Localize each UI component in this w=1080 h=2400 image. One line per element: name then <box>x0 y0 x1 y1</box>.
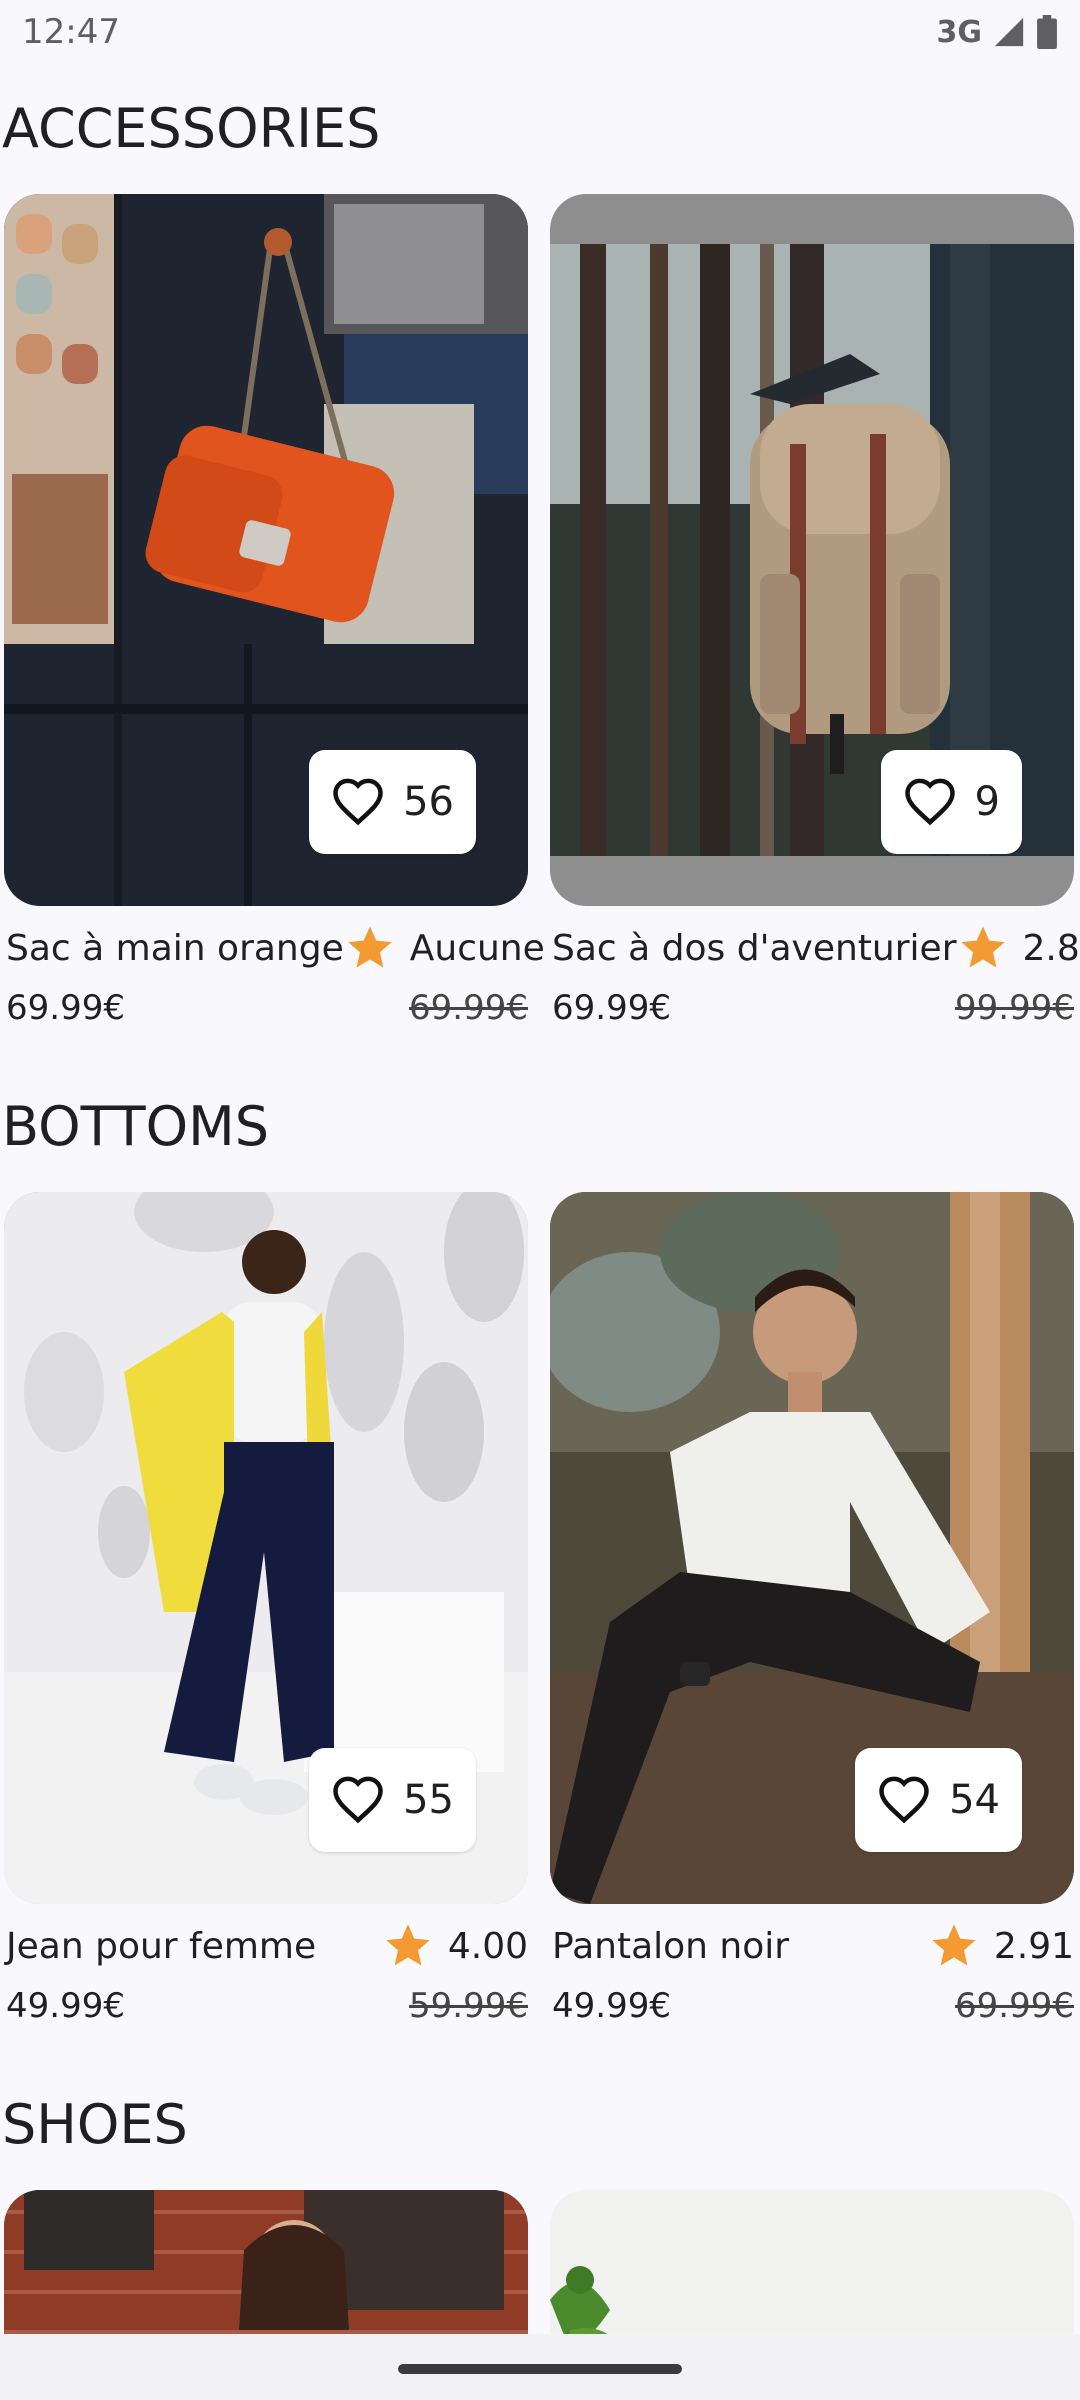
section-bottoms: BOTTOMS 55 Jean pour femme 4.00 49.99€ 5… <box>0 1062 1080 2036</box>
current-price: 49.99€ <box>552 1986 671 2026</box>
like-count: 55 <box>403 1777 454 1823</box>
section-title: ACCESSORIES <box>2 97 381 160</box>
like-button[interactable]: 54 <box>855 1748 1022 1852</box>
rating-value: Aucune <box>409 927 545 969</box>
product-feed[interactable]: ACCESSORIES 56 Sac à main orange Aucune … <box>0 64 1080 2334</box>
star-icon <box>960 926 1005 968</box>
home-indicator[interactable] <box>398 2364 682 2374</box>
like-count: 56 <box>403 779 454 825</box>
battery-icon <box>1037 15 1057 49</box>
product-name: Sac à dos d'aventurier <box>552 927 957 969</box>
product-grid: 56 Sac à main orange Aucune 69.99€ 69.99… <box>0 194 1080 1038</box>
shoes-photo-2 <box>550 2190 1074 2334</box>
product-image[interactable]: 56 <box>4 194 528 906</box>
product-name: Pantalon noir <box>552 1925 790 1967</box>
like-count: 9 <box>974 779 1000 825</box>
product-card[interactable]: 54 Pantalon noir 2.91 49.99€ 69.99€ <box>550 1192 1074 2036</box>
shoes-photo-1 <box>4 2190 528 2334</box>
product-image[interactable]: 55 <box>4 1192 528 1904</box>
product-info: Sac à dos d'aventurier 2.83 69.99€ 99.99… <box>550 906 1080 1038</box>
like-button[interactable]: 56 <box>309 750 476 854</box>
rating-value: 4.00 <box>447 1925 528 1967</box>
like-button[interactable]: 55 <box>309 1748 476 1852</box>
product-card[interactable]: 55 Jean pour femme 4.00 49.99€ 59.99€ <box>4 1192 528 2036</box>
product-name: Sac à main orange <box>6 927 344 969</box>
star-icon <box>348 926 392 968</box>
product-card[interactable]: 56 Sac à main orange Aucune 69.99€ 69.99… <box>4 194 545 1038</box>
star-icon <box>932 1924 976 1966</box>
like-count: 54 <box>949 1777 1000 1823</box>
heart-icon <box>879 1776 929 1824</box>
heart-icon <box>904 778 955 826</box>
signal-icon <box>994 17 1024 47</box>
product-info: Pantalon noir 2.91 49.99€ 69.99€ <box>550 1904 1074 2036</box>
product-grid <box>0 2190 1080 2334</box>
original-price: 99.99€ <box>955 988 1074 1028</box>
product-image[interactable]: 54 <box>550 1192 1074 1904</box>
product-image[interactable] <box>4 2190 528 2334</box>
status-time: 12:47 <box>22 12 120 52</box>
rating-value: 2.83 <box>1022 927 1080 969</box>
section-title: SHOES <box>2 2093 188 2156</box>
original-price: 59.99€ <box>409 1986 528 2026</box>
product-rating: 4.00 <box>382 1920 528 1972</box>
like-button[interactable]: 9 <box>880 750 1022 854</box>
status-bar: 12:47 3G <box>0 0 1080 64</box>
heart-icon <box>333 778 383 826</box>
product-image[interactable] <box>550 2190 1074 2334</box>
product-card[interactable] <box>550 2190 1074 2334</box>
network-type: 3G <box>936 14 983 50</box>
product-name: Jean pour femme <box>6 1925 317 1967</box>
current-price: 69.99€ <box>6 988 125 1028</box>
product-rating: Aucune <box>344 922 545 974</box>
current-price: 49.99€ <box>6 1986 125 2026</box>
section-title: BOTTOMS <box>2 1095 269 1158</box>
section-accessories: ACCESSORIES 56 Sac à main orange Aucune … <box>0 64 1080 1038</box>
product-grid: 55 Jean pour femme 4.00 49.99€ 59.99€ 54… <box>0 1192 1080 2036</box>
product-card[interactable] <box>4 2190 528 2334</box>
product-rating: 2.91 <box>928 1920 1074 1972</box>
original-price: 69.99€ <box>955 1986 1074 2026</box>
product-rating: 2.83 <box>957 922 1080 974</box>
status-indicators: 3G <box>937 15 1059 50</box>
section-shoes: SHOES <box>0 2060 1080 2334</box>
heart-icon <box>333 1776 383 1824</box>
product-card[interactable]: 9 Sac à dos d'aventurier 2.83 69.99€ 99.… <box>550 194 1080 1038</box>
gesture-bar <box>0 2334 1080 2400</box>
product-info: Jean pour femme 4.00 49.99€ 59.99€ <box>4 1904 528 2036</box>
rating-value: 2.91 <box>993 1925 1074 1967</box>
product-info: Sac à main orange Aucune 69.99€ 69.99€ <box>4 906 545 1038</box>
product-image[interactable]: 9 <box>550 194 1074 906</box>
star-icon <box>386 1924 430 1966</box>
original-price: 69.99€ <box>409 988 528 1028</box>
current-price: 69.99€ <box>552 988 671 1028</box>
